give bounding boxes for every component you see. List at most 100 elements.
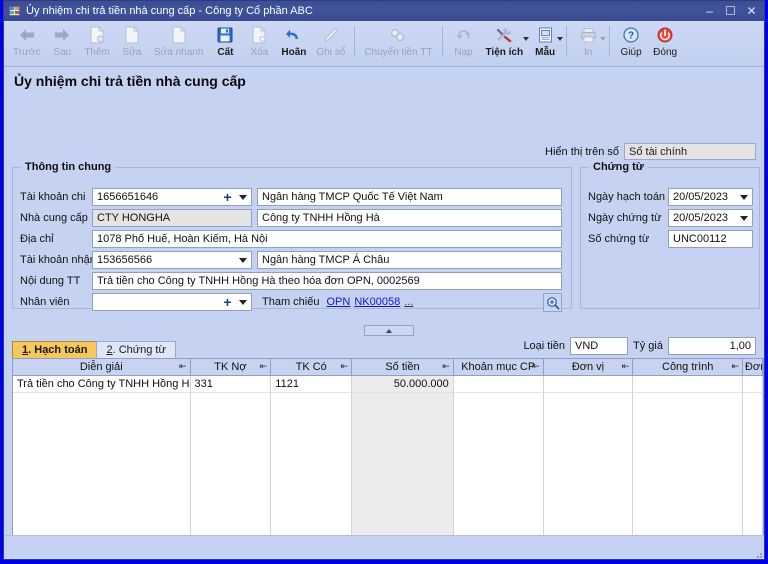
- toolbar-label: Sửa nhanh: [153, 47, 204, 58]
- voucher-date-label: Ngày chứng từ: [588, 212, 662, 224]
- payment-content-input[interactable]: Trả tiền cho Công ty TNHH Hồng Hà theo h…: [92, 272, 562, 290]
- address-input[interactable]: 1078 Phố Huế, Hoàn Kiếm, Hà Nội: [92, 230, 562, 248]
- toolbar-button-sua[interactable]: Sửa: [115, 23, 149, 58]
- status-bar: [4, 535, 764, 559]
- toolbar-button-dong[interactable]: Đóng: [648, 23, 682, 58]
- toolbar-button-tien-ich[interactable]: Tiện ích: [481, 23, 530, 58]
- toolbar-button-nap[interactable]: Nạp: [447, 23, 481, 58]
- collapse-panel-handle[interactable]: [364, 325, 414, 336]
- supplier-name-input[interactable]: Công ty TNHH Hồng Hà: [257, 209, 562, 227]
- grid-column-header-don[interactable]: Đơn: [743, 359, 763, 375]
- add-icon[interactable]: +: [221, 294, 234, 310]
- toolbar-button-in[interactable]: In: [571, 23, 607, 58]
- chevron-down-icon[interactable]: [557, 37, 564, 41]
- toolbar-button-giup[interactable]: ? Giúp: [614, 23, 648, 58]
- cell-cong-trinh[interactable]: [633, 376, 744, 393]
- maximize-button[interactable]: ☐: [720, 2, 741, 20]
- display-on-book-label: Hiển thị trên sổ: [545, 145, 619, 158]
- toolbar-button-mau[interactable]: Mẫu: [528, 23, 564, 58]
- grid-column-header-khoan-muc-cp[interactable]: Khoản mục CP ⇤: [454, 359, 544, 375]
- toolbar-button-sua-nhanh[interactable]: Sửa nhanh: [149, 23, 209, 58]
- grid-column-header-so-tien[interactable]: Số tiền ⇤: [352, 359, 454, 375]
- toolbar-button-cat[interactable]: Cất: [208, 23, 242, 58]
- minimize-button[interactable]: –: [699, 2, 720, 20]
- posting-date-input[interactable]: 20/05/2023: [668, 188, 753, 206]
- toolbar-label: Mẫu: [535, 47, 556, 58]
- posting-date-value: 20/05/2023: [673, 191, 729, 203]
- toolbar-button-them[interactable]: Thêm: [79, 23, 115, 58]
- reference-link-more[interactable]: ...: [404, 296, 413, 308]
- receive-account-bank-name[interactable]: Ngân hàng TMCP Á Châu: [257, 251, 562, 269]
- cell-don-vi[interactable]: [543, 376, 634, 393]
- app-document-icon: [9, 5, 21, 17]
- cell-khoan-muc-cp[interactable]: [453, 376, 544, 393]
- chevron-down-icon[interactable]: [737, 189, 750, 205]
- chevron-down-icon[interactable]: [737, 210, 750, 226]
- reference-label: Tham chiếu: [262, 296, 320, 308]
- document-quick-edit-icon: [168, 24, 190, 46]
- pin-icon[interactable]: ⇤: [732, 362, 740, 371]
- toolbar-label: In: [583, 47, 593, 58]
- page-title: Ủy nhiệm chi trả tiền nhà cung cấp: [14, 73, 246, 89]
- grid-column-header-tk-no[interactable]: TK Nợ ⇤: [191, 359, 272, 375]
- toolbar-label: Đóng: [653, 47, 678, 58]
- tab-hach-toan[interactable]: 1. Hạch toán: [12, 341, 98, 358]
- application-window: Ủy nhiệm chi trả tiền nhà cung cấp - Côn…: [3, 0, 765, 560]
- add-icon[interactable]: +: [221, 189, 234, 205]
- grid-column-header-don-vi[interactable]: Đơn vị ⇤: [544, 359, 634, 375]
- chevron-down-icon[interactable]: [236, 189, 249, 205]
- pin-icon[interactable]: ⇤: [622, 362, 630, 371]
- chevron-down-icon[interactable]: [236, 252, 249, 268]
- reference-link-opn[interactable]: OPN: [326, 296, 350, 308]
- exchange-rate-input[interactable]: 1,00: [668, 337, 756, 355]
- resize-grip[interactable]: [752, 548, 762, 558]
- pin-icon[interactable]: ⇤: [179, 362, 187, 371]
- toolbar-label: Nạp: [454, 47, 473, 58]
- column-label: Số tiền: [385, 361, 420, 373]
- voucher-no-input[interactable]: UNC00112: [668, 230, 753, 248]
- pin-icon[interactable]: ⇤: [341, 362, 349, 371]
- chevron-up-icon: [386, 328, 392, 333]
- grid-body[interactable]: Trả tiền cho Công ty TNHH Hồng Hà th 331…: [13, 376, 763, 559]
- voucher-title: Chứng từ: [589, 161, 648, 173]
- pay-account-input[interactable]: 1656651646 +: [92, 188, 252, 206]
- cell-so-tien[interactable]: 50.000.000: [352, 376, 454, 393]
- close-button[interactable]: ✕: [741, 2, 762, 20]
- table-row[interactable]: Trả tiền cho Công ty TNHH Hồng Hà th 331…: [13, 376, 763, 393]
- employee-input[interactable]: +: [92, 293, 252, 311]
- zoom-search-button[interactable]: [543, 293, 562, 312]
- svg-text:?: ?: [628, 31, 634, 42]
- chevron-down-icon[interactable]: [236, 294, 249, 310]
- toolbar-button-chuyen-tien-tt[interactable]: Chuyển tiền TT: [359, 23, 437, 58]
- toolbar-button-truoc[interactable]: Trước: [8, 23, 45, 58]
- display-on-book-value[interactable]: Sổ tài chính: [624, 143, 756, 160]
- pin-icon[interactable]: ⇤: [260, 362, 268, 371]
- cell-don[interactable]: [743, 376, 763, 393]
- column-label: TK Có: [295, 361, 327, 373]
- printer-icon: [577, 24, 599, 46]
- currency-row: Loại tiền VND Tỷ giá 1,00: [523, 337, 756, 355]
- column-label: Đơn: [745, 361, 762, 373]
- voucher-date-input[interactable]: 20/05/2023: [668, 209, 753, 227]
- toolbar-label: Ghi sổ: [316, 47, 346, 58]
- grid-header-row: Diễn giải ⇤ TK Nợ ⇤ TK Có ⇤ Số tiền ⇤ Kh…: [13, 359, 763, 376]
- toolbar-button-xoa[interactable]: Xóa: [242, 23, 276, 58]
- cell-dien-giai[interactable]: Trả tiền cho Công ty TNHH Hồng Hà th: [13, 376, 191, 393]
- grid-column-header-tk-co[interactable]: TK Có ⇤: [271, 359, 353, 375]
- toolbar-button-ghi-so[interactable]: Ghi sổ: [311, 23, 350, 58]
- cell-tk-co[interactable]: 1121: [271, 376, 353, 393]
- pin-icon[interactable]: ⇤: [532, 362, 540, 371]
- currency-input[interactable]: VND: [570, 337, 629, 355]
- reference-link-nk00058[interactable]: NK00058: [354, 296, 400, 308]
- receive-account-input[interactable]: 153656566: [92, 251, 252, 269]
- pay-account-bank-name[interactable]: Ngân hàng TMCP Quốc Tế Việt Nam: [257, 188, 562, 206]
- chevron-down-icon[interactable]: [600, 37, 607, 41]
- cell-tk-no[interactable]: 331: [190, 376, 272, 393]
- toolbar-button-hoan[interactable]: Hoãn: [276, 23, 311, 58]
- pin-icon[interactable]: ⇤: [442, 362, 450, 371]
- supplier-code-input[interactable]: CTY HONGHA: [92, 209, 252, 227]
- grid-column-header-cong-trinh[interactable]: Công trình ⇤: [633, 359, 744, 375]
- tab-chung-tu[interactable]: 2. Chứng từ: [96, 341, 176, 358]
- toolbar-button-sau[interactable]: Sau: [45, 23, 79, 58]
- grid-column-header-dien-giai[interactable]: Diễn giải ⇤: [13, 359, 191, 375]
